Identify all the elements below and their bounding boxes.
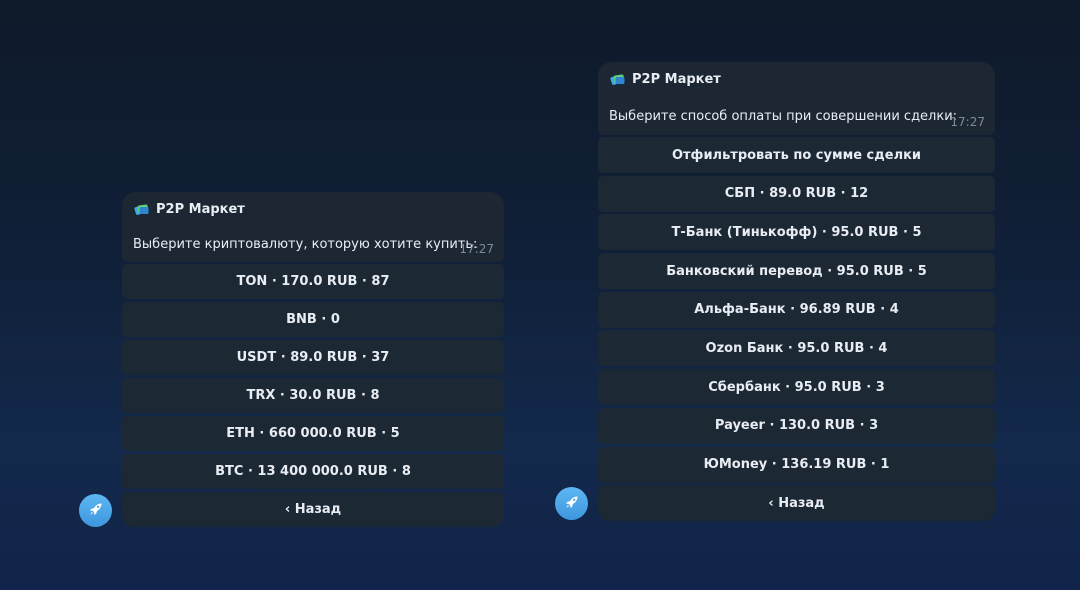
bot-avatar[interactable] [555, 487, 588, 520]
payment-button-ozon-bank[interactable]: Ozon Банк · 95.0 RUB · 4 [598, 330, 995, 367]
back-button[interactable]: ‹ Назад [598, 485, 995, 522]
crypto-button-ton[interactable]: TON · 170.0 RUB · 87 [122, 264, 504, 299]
inline-keyboard: TON · 170.0 RUB · 87 BNB · 0 USDT · 89.0… [122, 264, 504, 527]
crypto-button-btc[interactable]: BTC · 13 400 000.0 RUB · 8 [122, 454, 504, 489]
back-button[interactable]: ‹ Назад [122, 492, 504, 527]
rocket-icon [87, 500, 105, 522]
payment-button-bank-transfer[interactable]: Банковский перевод · 95.0 RUB · 5 [598, 253, 995, 290]
payment-button-alfa-bank[interactable]: Альфа-Банк · 96.89 RUB · 4 [598, 291, 995, 328]
payment-button-sberbank[interactable]: Сбербанк · 95.0 RUB · 3 [598, 369, 995, 406]
crypto-button-eth[interactable]: ETH · 660 000.0 RUB · 5 [122, 416, 504, 451]
filter-by-amount-button[interactable]: Отфильтровать по сумме сделки [598, 137, 995, 173]
wallet-cards-icon [610, 71, 626, 87]
bot-avatar[interactable] [79, 494, 112, 527]
message-text: Выберите способ оплаты при совершении сд… [609, 109, 958, 124]
sender-name: P2P Маркет [632, 71, 721, 87]
crypto-button-bnb[interactable]: BNB · 0 [122, 302, 504, 337]
inline-keyboard: Отфильтровать по сумме сделки СБП · 89.0… [598, 137, 995, 522]
payment-method-message: P2P Маркет Выберите способ оплаты при со… [598, 62, 995, 524]
message-sender: P2P Маркет [610, 71, 721, 87]
message-bubble: P2P Маркет Выберите способ оплаты при со… [598, 62, 995, 135]
payment-button-yumoney[interactable]: ЮMoney · 136.19 RUB · 1 [598, 446, 995, 483]
sender-name: P2P Маркет [156, 201, 245, 217]
payment-button-sbp[interactable]: СБП · 89.0 RUB · 12 [598, 175, 995, 212]
message-time: 17:27 [459, 242, 494, 256]
rocket-icon [563, 493, 581, 515]
payment-button-payeer[interactable]: Payeer · 130.0 RUB · 3 [598, 407, 995, 444]
crypto-selection-message: P2P Маркет Выберите криптовалюту, котору… [122, 192, 504, 530]
message-text: Выберите криптовалюту, которую хотите ку… [133, 237, 478, 252]
crypto-button-usdt[interactable]: USDT · 89.0 RUB · 37 [122, 340, 504, 375]
message-bubble: P2P Маркет Выберите криптовалюту, котору… [122, 192, 504, 262]
crypto-button-trx[interactable]: TRX · 30.0 RUB · 8 [122, 378, 504, 413]
message-time: 17:27 [950, 115, 985, 129]
message-sender: P2P Маркет [134, 201, 245, 217]
payment-button-tbank[interactable]: Т-Банк (Тинькофф) · 95.0 RUB · 5 [598, 214, 995, 251]
wallet-cards-icon [134, 201, 150, 217]
